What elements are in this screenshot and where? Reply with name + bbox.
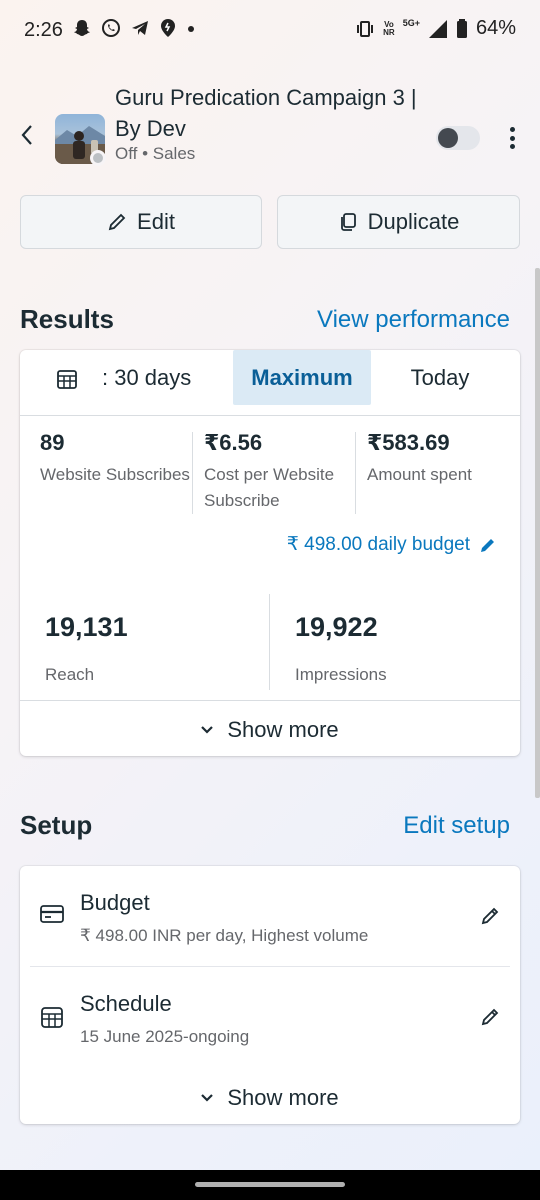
metric-value: 89 [40,430,65,455]
pencil-icon[interactable] [480,906,500,926]
tab-today[interactable]: Today [380,350,500,405]
reach-value: 19,131 [45,612,128,642]
campaign-toggle[interactable] [436,126,480,150]
pencil-icon [108,213,126,231]
home-gesture-handle[interactable] [195,1182,345,1187]
tab-maximum[interactable]: Maximum [233,350,371,405]
setup-card: Budget ₹ 498.00 INR per day, Highest vol… [20,866,520,1124]
back-button[interactable] [14,122,40,148]
dot-icon [188,26,194,32]
schedule-title: Schedule [80,991,172,1016]
metric-label: Cost per Website Subscribe [204,465,335,510]
divider [355,432,356,514]
duplicate-label: Duplicate [367,209,460,234]
scrollbar[interactable] [535,268,540,798]
results-show-more-button[interactable]: Show more [20,702,520,758]
system-icons: Vo NR 5G+ 64% [355,17,516,40]
divider [192,432,193,514]
results-card: : 30 days Maximum Today 89 Website Subsc… [20,350,520,756]
date-range-tabs: : 30 days Maximum Today [20,350,520,416]
edit-pencil-icon [481,538,494,552]
status-bar: 2:26 Vo NR 5G+ 64% [0,0,540,60]
metric-value: ₹583.69 [367,430,450,455]
more-dot [509,127,515,132]
budget-detail: ₹ 498.00 INR per day, Highest volume [80,926,369,945]
campaign-title: Guru Predication Campaign 3 | By Dev [115,85,417,141]
setup-title: Setup [20,810,93,840]
chevron-down-icon [201,726,214,734]
credit-card-icon [40,905,64,923]
status-dot [90,150,106,166]
metric-website-subscribes[interactable]: 89 Website Subscribes [40,430,190,488]
calendar-icon [41,1007,63,1028]
battery-percent: 64% [475,17,516,39]
location-app-icon [161,19,175,37]
more-dot [509,144,515,149]
chevron-left-icon [21,125,32,145]
notification-icons [72,18,196,38]
snapchat-icon [74,20,90,36]
metric-amount-spent[interactable]: ₹583.69 Amount spent [367,430,517,488]
calendar-icon[interactable] [56,368,78,390]
whatsapp-icon [102,19,120,37]
impressions-value: 19,922 [295,612,378,642]
campaign-header: Guru Predication Campaign 3 | By Dev Off… [0,76,540,176]
network-type: 5G+ [402,17,420,28]
metric-value: ₹6.56 [204,430,263,455]
results-title: Results [20,304,114,334]
divider [269,594,270,690]
daily-budget-link[interactable]: ₹ 498.00 daily budget [287,533,496,556]
daily-budget-text: ₹ 498.00 daily budget [286,534,470,555]
signal-icon [428,19,447,38]
campaign-status: Off • Sales [115,144,196,163]
volte-indicator: Vo NR [383,19,395,37]
schedule-detail: 15 June 2025-ongoing [80,1027,250,1046]
metric-impressions[interactable]: 19,922 Impressions [295,612,387,685]
metric-reach[interactable]: 19,131 Reach [45,612,128,685]
budget-title: Budget [80,890,150,915]
reach-label: Reach [45,665,95,684]
setup-row-schedule[interactable]: Schedule 15 June 2025-ongoing [20,967,520,1067]
tab-30-days[interactable]: : 30 days [102,350,232,405]
metric-label: Amount spent [367,465,472,484]
edit-button[interactable]: Edit [20,195,262,249]
telegram-icon [132,21,148,35]
more-dot [509,135,515,141]
metric-cost-per-subscribe[interactable]: ₹6.56 Cost per Website Subscribe [204,430,354,514]
chevron-down-icon [201,1094,214,1102]
battery-icon [456,18,467,38]
show-more-label: Show more [227,717,339,742]
duplicate-icon [340,213,356,231]
setup-row-budget[interactable]: Budget ₹ 498.00 INR per day, Highest vol… [20,866,520,967]
edit-setup-link[interactable]: Edit setup [403,812,510,840]
vibrate-icon [357,20,374,37]
setup-show-more-button[interactable]: Show more [20,1070,520,1126]
duplicate-button[interactable]: Duplicate [277,195,520,249]
edit-label: Edit [137,209,175,234]
toggle-knob [438,128,458,148]
divider [20,700,520,701]
impressions-label: Impressions [295,665,387,684]
pencil-icon[interactable] [480,1007,500,1027]
status-time: 2:26 [24,19,63,41]
metric-label: Website Subscribes [40,465,190,484]
view-performance-link[interactable]: View performance [317,306,510,334]
show-more-label: Show more [227,1085,339,1110]
more-options-button[interactable] [500,125,524,151]
